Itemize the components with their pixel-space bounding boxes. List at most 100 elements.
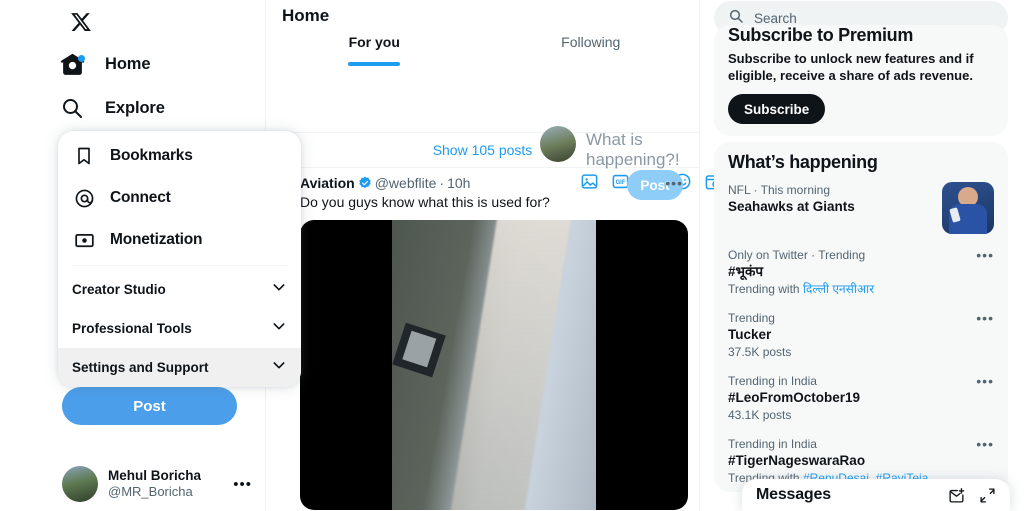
- trend-item[interactable]: NFL · This morning Seahawks at Giants: [714, 175, 1008, 240]
- tweet-text: Do you guys know what this is used for?: [300, 194, 550, 210]
- x-logo-icon[interactable]: [55, 2, 107, 42]
- whats-happening-card: What’s happening NFL · This morning Seah…: [714, 142, 1008, 492]
- tweet-author-handle: @webflite: [374, 175, 437, 191]
- menu-divider: [72, 265, 287, 266]
- sidebar-item-label: Home: [105, 54, 151, 73]
- sidebar-item-home[interactable]: Home: [55, 42, 265, 86]
- menu-item-label: Bookmarks: [110, 147, 193, 164]
- trend-sub-prefix: Trending with: [728, 282, 803, 296]
- trend-more-icon[interactable]: •••: [970, 310, 994, 326]
- search-icon: [55, 96, 89, 120]
- trend-name: Seahawks at Giants: [728, 199, 855, 214]
- tab-label: For you: [348, 34, 400, 50]
- profile-more-icon[interactable]: •••: [233, 476, 252, 493]
- trend-item[interactable]: Only on Twitter · Trending #भूकंप Trendi…: [714, 240, 1008, 303]
- trend-main: Trending in India #LeoFromOctober19 43.1…: [728, 373, 970, 423]
- chevron-down-icon: [271, 279, 287, 300]
- tweet-body: Aviation @webflite · 10h ••• Do you guys…: [300, 174, 688, 510]
- trend-main: Only on Twitter · Trending #भूकंप Trendi…: [728, 247, 970, 297]
- tab-following[interactable]: Following: [483, 26, 700, 66]
- tweet-header: Aviation @webflite · 10h •••: [300, 174, 683, 192]
- tweet-video[interactable]: [300, 220, 688, 510]
- menu-row-creator-studio[interactable]: Creator Studio: [58, 270, 301, 309]
- menu-row-settings-and-support[interactable]: Settings and Support: [58, 348, 301, 387]
- trend-item[interactable]: Trending Tucker 37.5K posts •••: [714, 303, 1008, 366]
- new-message-icon[interactable]: [948, 487, 965, 504]
- tweet-item[interactable]: Aviation @webflite · 10h ••• Do you guys…: [252, 168, 699, 510]
- chevron-down-icon: [271, 357, 287, 378]
- tab-label: Following: [561, 34, 621, 50]
- trend-thumbnail: [942, 182, 994, 234]
- page-title: Home: [282, 6, 330, 25]
- trend-more-icon[interactable]: •••: [970, 436, 994, 452]
- trend-category: Trending in India: [728, 374, 817, 388]
- trend-post-count: 37.5K posts: [728, 345, 792, 359]
- trend-name: Tucker: [728, 327, 772, 342]
- trend-category: Only on Twitter · Trending: [728, 248, 866, 262]
- main-timeline-column: Home For you Following What is happening…: [252, 0, 753, 511]
- home-icon: [55, 52, 89, 77]
- messages-dock-actions: [948, 487, 996, 504]
- compose-box: What is happening?! GIF Post: [266, 66, 753, 200]
- messages-dock[interactable]: Messages: [742, 479, 1010, 511]
- menu-item-bookmarks[interactable]: Bookmarks: [58, 135, 301, 177]
- trend-more-icon[interactable]: •••: [970, 373, 994, 389]
- trend-post-count: 43.1K posts: [728, 408, 792, 422]
- more-menu-dropdown: Bookmarks Connect Monetization Creator S…: [58, 131, 301, 387]
- premium-card: Subscribe to Premium Subscribe to unlock…: [714, 25, 1008, 136]
- tweet-more-icon[interactable]: •••: [665, 174, 683, 192]
- trend-name: #भूकंप: [728, 264, 764, 279]
- trend-main: NFL · This morning Seahawks at Giants: [728, 182, 942, 234]
- menu-item-label: Monetization: [110, 231, 203, 248]
- profile-name: Mehul Boricha: [108, 468, 202, 483]
- subscribe-button[interactable]: Subscribe: [728, 94, 826, 124]
- tab-for-you[interactable]: For you: [266, 26, 483, 66]
- post-button[interactable]: Post: [62, 387, 237, 425]
- premium-title: Subscribe to Premium: [728, 25, 914, 45]
- whats-happening-title: What’s happening: [728, 152, 878, 172]
- x-app-window: Home Explore 18 Notifications Post Mehul…: [0, 0, 1024, 511]
- trend-item[interactable]: Trending in India #LeoFromOctober19 43.1…: [714, 366, 1008, 429]
- menu-item-label: Connect: [110, 189, 171, 206]
- money-icon: [72, 230, 96, 251]
- tweet-separator: ·: [439, 175, 445, 191]
- home-unread-dot: [78, 54, 85, 62]
- avatar: [540, 126, 576, 162]
- video-frame: [392, 220, 596, 510]
- search-input[interactable]: [754, 10, 994, 26]
- at-sign-icon: [72, 188, 96, 209]
- trend-sub-link[interactable]: दिल्ली एनसीआर: [803, 282, 874, 296]
- avatar: [62, 466, 98, 502]
- verified-badge-icon: [358, 176, 372, 190]
- trend-more-icon[interactable]: •••: [970, 247, 994, 263]
- trend-category: NFL · This morning: [728, 183, 831, 197]
- menu-row-label: Settings and Support: [72, 360, 209, 375]
- sidebar-item-label: Explore: [105, 98, 165, 117]
- timeline-tabs: For you Following: [266, 26, 699, 66]
- trend-name: #LeoFromOctober19: [728, 390, 861, 405]
- sidebar-item-explore[interactable]: Explore: [55, 86, 265, 130]
- trend-category: Trending in India: [728, 437, 817, 451]
- trend-category: Trending: [728, 311, 775, 325]
- menu-row-label: Professional Tools: [72, 321, 192, 336]
- tweet-timestamp: 10h: [447, 175, 471, 191]
- right-sidebar: Subscribe to Premium Subscribe to unlock…: [700, 0, 1024, 511]
- menu-item-connect[interactable]: Connect: [58, 177, 301, 219]
- premium-description: Subscribe to unlock new features and if …: [728, 51, 974, 83]
- trend-subtext: Trending with दिल्ली एनसीआर: [728, 281, 970, 297]
- trend-main: Trending Tucker 37.5K posts: [728, 310, 970, 360]
- menu-row-professional-tools[interactable]: Professional Tools: [58, 309, 301, 348]
- menu-row-label: Creator Studio: [72, 282, 166, 297]
- video-scene-streak: [449, 220, 572, 510]
- chevron-down-icon: [271, 318, 287, 339]
- menu-item-monetization[interactable]: Monetization: [58, 219, 301, 261]
- expand-icon[interactable]: [979, 487, 996, 504]
- video-scene-object: [392, 322, 446, 378]
- messages-dock-title: Messages: [756, 486, 831, 503]
- account-switcher[interactable]: Mehul Boricha @MR_Boricha •••: [62, 466, 252, 502]
- bookmark-icon: [72, 146, 96, 166]
- compose-input[interactable]: What is happening?!: [586, 130, 699, 170]
- profile-handle: @MR_Boricha: [108, 484, 193, 499]
- tweet-author-name[interactable]: Aviation: [300, 174, 355, 192]
- trend-name: #TigerNageswaraRao: [728, 453, 866, 468]
